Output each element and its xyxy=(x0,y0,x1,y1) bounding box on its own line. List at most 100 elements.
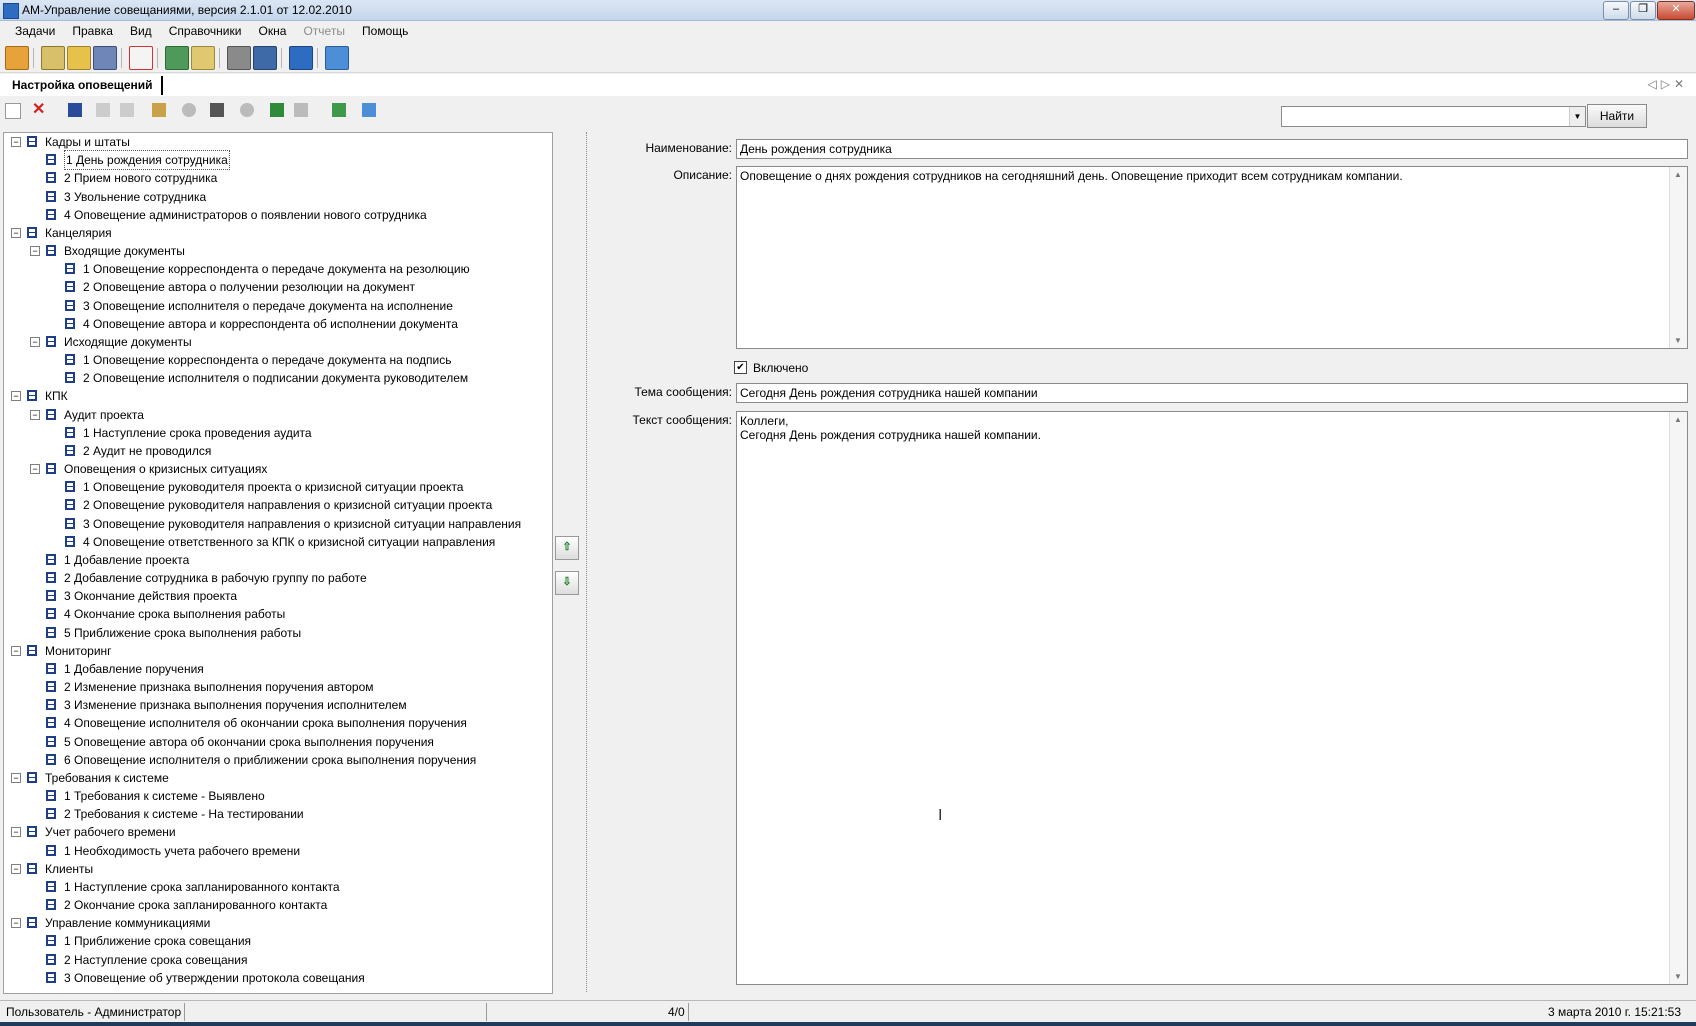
find-button[interactable]: Найти xyxy=(1587,104,1647,128)
status-bar: Пользователь - Администратор 4/0 3 марта… xyxy=(0,1000,1696,1023)
calendar-clock-icon[interactable] xyxy=(129,46,153,70)
tree-node-label: Канцелярия xyxy=(45,225,112,240)
name-field[interactable]: День рождения сотрудника xyxy=(736,139,1688,159)
tree-node-label: 2 Оповещение исполнителя о подписании до… xyxy=(83,371,469,386)
menu-windows[interactable]: Окна xyxy=(252,21,294,41)
tab-notification-settings[interactable]: Настройка оповещений xyxy=(4,76,163,95)
notification-tree[interactable]: − Кадры и штаты 1 День рождения сотрудника… xyxy=(3,132,553,994)
notification-node-icon xyxy=(45,698,58,711)
contact-card-icon[interactable] xyxy=(289,46,313,70)
move-down-button[interactable]: ⇩ xyxy=(555,571,579,595)
collapse-toggle-icon[interactable]: − xyxy=(11,827,21,838)
new-document-icon[interactable] xyxy=(5,103,21,119)
description-field[interactable]: Оповещение о днях рождения сотрудников н… xyxy=(736,166,1688,349)
collapse-toggle-icon[interactable]: − xyxy=(11,863,21,874)
notification-node-icon xyxy=(45,408,58,421)
move-up-button[interactable]: ⇧ xyxy=(555,536,579,560)
minimize-button[interactable]: – xyxy=(1603,1,1629,20)
tree-node-label: 1 Добавление проекта xyxy=(64,552,190,567)
close-button[interactable]: ✕ xyxy=(1657,1,1695,20)
description-text: Оповещение о днях рождения сотрудников н… xyxy=(740,169,1403,183)
collapse-toggle-icon[interactable]: − xyxy=(30,246,40,257)
enabled-label: Включено xyxy=(753,361,809,375)
menu-tasks[interactable]: Задачи xyxy=(8,21,62,41)
folder-icon[interactable] xyxy=(41,46,65,70)
splitter-grip[interactable] xyxy=(586,132,589,992)
splitter[interactable] xyxy=(556,132,588,992)
excel-export-icon[interactable] xyxy=(270,103,284,117)
tab-navigation-icon[interactable]: ◁▷✕ xyxy=(1647,77,1688,91)
documents-icon[interactable] xyxy=(93,46,117,70)
refresh-icon[interactable] xyxy=(332,103,346,117)
subject-field[interactable]: Сегодня День рождения сотрудника нашей к… xyxy=(736,383,1688,403)
collapse-toggle-icon[interactable]: − xyxy=(11,391,21,402)
tree-node-label: 2 Наступление срока совещания xyxy=(64,952,248,967)
subject-label: Тема сообщения: xyxy=(634,385,732,399)
tree-node-label: 2 Оповещение автора о получении резолюци… xyxy=(83,280,415,295)
refresh-icon[interactable] xyxy=(165,46,189,70)
tree-node-label: 5 Приближение срока выполнения работы xyxy=(64,625,302,640)
notification-node-icon xyxy=(64,498,77,511)
maximize-button[interactable]: ❐ xyxy=(1630,1,1656,20)
exit-door-icon[interactable] xyxy=(325,46,349,70)
delete-icon[interactable]: ✕ xyxy=(32,102,46,118)
menu-edit[interactable]: Правка xyxy=(65,21,120,41)
tasks-icon[interactable] xyxy=(5,46,29,70)
toolbar-separator xyxy=(281,48,282,68)
tree-node-label: 3 Оповещение исполнителя о передаче доку… xyxy=(83,298,453,313)
description-scrollbar[interactable]: ▲ ▼ xyxy=(1669,167,1687,348)
tree-node-label: 1 Оповещение корреспондента о передаче д… xyxy=(83,353,452,368)
folder-open-icon[interactable] xyxy=(67,46,91,70)
scroll-up-icon[interactable]: ▲ xyxy=(1674,170,1682,179)
notification-node-icon xyxy=(45,171,58,184)
notification-node-icon xyxy=(64,517,77,530)
notification-node-icon xyxy=(45,662,58,675)
tree-node-label: 6 Оповещение исполнителя о приближении с… xyxy=(64,752,477,767)
save-icon[interactable] xyxy=(68,103,82,117)
tree-node-label: 1 Приближение срока совещания xyxy=(64,934,252,949)
collapse-toggle-icon[interactable]: − xyxy=(11,645,21,656)
tree-node-label: 3 Изменение признака выполнения поручени… xyxy=(64,698,407,713)
notification-node-icon xyxy=(26,771,39,784)
collapse-toggle-icon[interactable]: − xyxy=(30,464,40,475)
tree-node-label: 2 Аудит не проводился xyxy=(83,443,212,458)
tree-node-label: 4 Оповещение ответственного за КПК о кри… xyxy=(83,534,496,549)
scroll-down-icon[interactable]: ▼ xyxy=(1674,336,1682,345)
key-icon[interactable] xyxy=(152,103,166,117)
scroll-down-icon[interactable]: ▼ xyxy=(1674,972,1682,981)
tree-node-label: Аудит проекта xyxy=(64,407,144,422)
tree-node-label: 3 Оповещение об утверждении протокола со… xyxy=(64,970,365,985)
collapse-toggle-icon[interactable]: − xyxy=(11,918,21,929)
text-cursor-icon: I xyxy=(938,807,943,824)
print-icon[interactable] xyxy=(227,46,251,70)
message-body-field[interactable]: Коллеги, Сегодня День рождения сотрудник… xyxy=(736,411,1688,985)
status-separator xyxy=(688,1003,689,1021)
toolbar-separator xyxy=(33,48,34,68)
notification-node-icon xyxy=(45,971,58,984)
exit-icon[interactable] xyxy=(362,103,376,117)
enabled-checkbox[interactable]: ✔ xyxy=(734,361,747,374)
collapse-toggle-icon[interactable]: − xyxy=(11,772,21,783)
menu-view[interactable]: Вид xyxy=(123,21,159,41)
collapse-toggle-icon[interactable]: − xyxy=(11,227,21,238)
body-scrollbar[interactable]: ▲ ▼ xyxy=(1669,412,1687,984)
chevron-down-icon[interactable]: ▼ xyxy=(1569,107,1585,126)
notification-node-icon xyxy=(64,299,77,312)
edit-note-icon[interactable] xyxy=(191,46,215,70)
notification-node-icon xyxy=(45,680,58,693)
search-input[interactable]: ▼ xyxy=(1281,106,1586,127)
collapse-toggle-icon[interactable]: − xyxy=(30,336,40,347)
status-counter: 4/0 xyxy=(668,1005,685,1019)
notification-node-icon xyxy=(45,589,58,602)
menu-directories[interactable]: Справочники xyxy=(162,21,249,41)
tree-node-label: 1 Требования к системе - Выявлено xyxy=(64,789,265,804)
list-icon[interactable] xyxy=(210,103,224,117)
tree-node-label: 3 Оповещение руководителя направления о … xyxy=(83,516,522,531)
description-label: Описание: xyxy=(673,168,732,182)
report-icon[interactable] xyxy=(253,46,277,70)
collapse-toggle-icon[interactable]: − xyxy=(30,409,40,420)
collapse-toggle-icon[interactable]: − xyxy=(11,137,21,147)
scroll-up-icon[interactable]: ▲ xyxy=(1674,415,1682,424)
notification-node-icon xyxy=(45,607,58,620)
menu-help[interactable]: Помощь xyxy=(355,21,415,41)
